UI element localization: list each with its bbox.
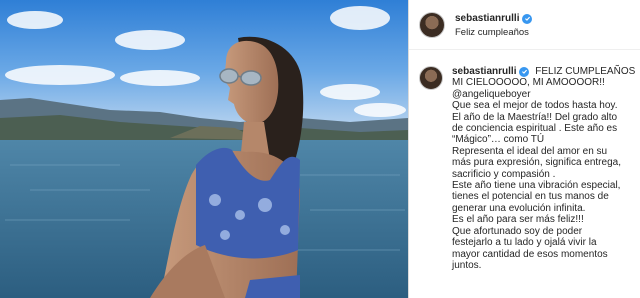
post-side-panel: sebastianrulli Feliz cumpleaños sebastia…: [408, 0, 640, 298]
caption-line: El año de la Maestría!! Del grado alto: [452, 111, 618, 123]
caption-line: Que sea el mejor de todos hasta hoy.: [452, 100, 618, 112]
caption-line: FELIZ CUMPLEAÑOS: [535, 66, 636, 77]
caption-avatar[interactable]: [419, 66, 443, 90]
caption-line: generar una evolución infinita.: [452, 202, 586, 214]
caption-line: Este año tiene una vibración especial,: [452, 180, 621, 192]
verified-badge-icon: [519, 66, 530, 77]
header-meta: sebastianrulli Feliz cumpleaños: [455, 10, 533, 40]
caption-username-text[interactable]: sebastianrulli: [452, 66, 516, 77]
profile-avatar[interactable]: [419, 11, 445, 38]
post-header: sebastianrulli Feliz cumpleaños: [409, 0, 640, 50]
caption-line: de conciencia espiritual . Este año es: [452, 123, 618, 135]
caption-mention-link[interactable]: @angeliqueboyer: [452, 89, 635, 100]
header-username[interactable]: sebastianrulli: [455, 12, 533, 26]
caption-line: mayor cantidad de esos momentos: [452, 248, 608, 260]
post-caption: sebastianrulli FELIZ CUMPLEAÑOS MI CIELO…: [409, 50, 640, 271]
caption-line: MI CIELOOOOO, MI AMOOOOR!!: [452, 77, 605, 89]
verified-badge-icon: [522, 13, 533, 24]
header-subtitle[interactable]: Feliz cumpleaños: [455, 26, 532, 40]
caption-line: sacrificio y compasión .: [452, 168, 556, 180]
caption-username[interactable]: sebastianrulli: [452, 66, 530, 77]
post-photo[interactable]: [0, 0, 408, 298]
caption-line: más pura expresión, significa entrega,: [452, 157, 621, 169]
caption-line: tienes el potencial en tus manos de: [452, 191, 609, 203]
instagram-post: sebastianrulli Feliz cumpleaños sebastia…: [0, 0, 640, 298]
caption-line: Es el año para ser más feliz!!!: [452, 214, 584, 226]
caption-first-line: sebastianrulli FELIZ CUMPLEAÑOS: [452, 66, 635, 77]
caption-line: Que afortunado soy de poder: [452, 225, 583, 237]
caption-line: “Mágico”… como TÚ: [452, 134, 545, 146]
caption-text: sebastianrulli FELIZ CUMPLEAÑOS MI CIELO…: [452, 66, 635, 271]
caption-line: Representa el ideal del amor en su: [452, 145, 608, 157]
photo-scene: [0, 0, 408, 298]
caption-line: festejarlo a tu lado y ojalá vivir la: [452, 237, 597, 249]
header-username-text[interactable]: sebastianrulli: [455, 12, 519, 26]
caption-line: juntos.: [452, 259, 482, 271]
